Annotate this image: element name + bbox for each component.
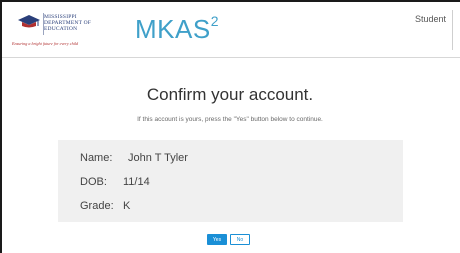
- mde-logo: MISSISSIPPI DEPARTMENT OF EDUCATION Ensu…: [10, 10, 108, 52]
- page-title: Confirm your account.: [146, 85, 314, 104]
- logo-tagline: Ensuring a bright future for every child: [12, 41, 79, 46]
- grade-row: Grade: K: [80, 200, 130, 212]
- yes-button[interactable]: Yes: [207, 234, 227, 245]
- name-value: John T Tyler: [128, 152, 188, 164]
- role-divider: [452, 10, 453, 50]
- name-label: Name:: [80, 152, 113, 164]
- page-instructions: If this account is yours, press the "Yes…: [137, 116, 323, 123]
- header: MISSISSIPPI DEPARTMENT OF EDUCATION Ensu…: [2, 2, 460, 58]
- app-title: MKAS2: [135, 13, 219, 44]
- grade-label: Grade:: [80, 200, 114, 212]
- user-role-label[interactable]: Student: [415, 14, 446, 24]
- no-button[interactable]: No: [230, 234, 250, 245]
- dob-row: DOB: 11/14: [80, 176, 150, 188]
- account-info-panel: Name: John T Tyler DOB: 11/14 Grade: K: [58, 140, 403, 222]
- dob-value: 11/14: [123, 176, 150, 188]
- logo-text: MISSISSIPPI DEPARTMENT OF EDUCATION: [44, 14, 92, 32]
- app-title-superscript: 2: [210, 13, 219, 29]
- name-row: Name: John T Tyler: [80, 152, 188, 164]
- dob-label: DOB:: [80, 176, 107, 188]
- graduation-cap-icon: [18, 15, 40, 28]
- grade-value: K: [123, 200, 131, 212]
